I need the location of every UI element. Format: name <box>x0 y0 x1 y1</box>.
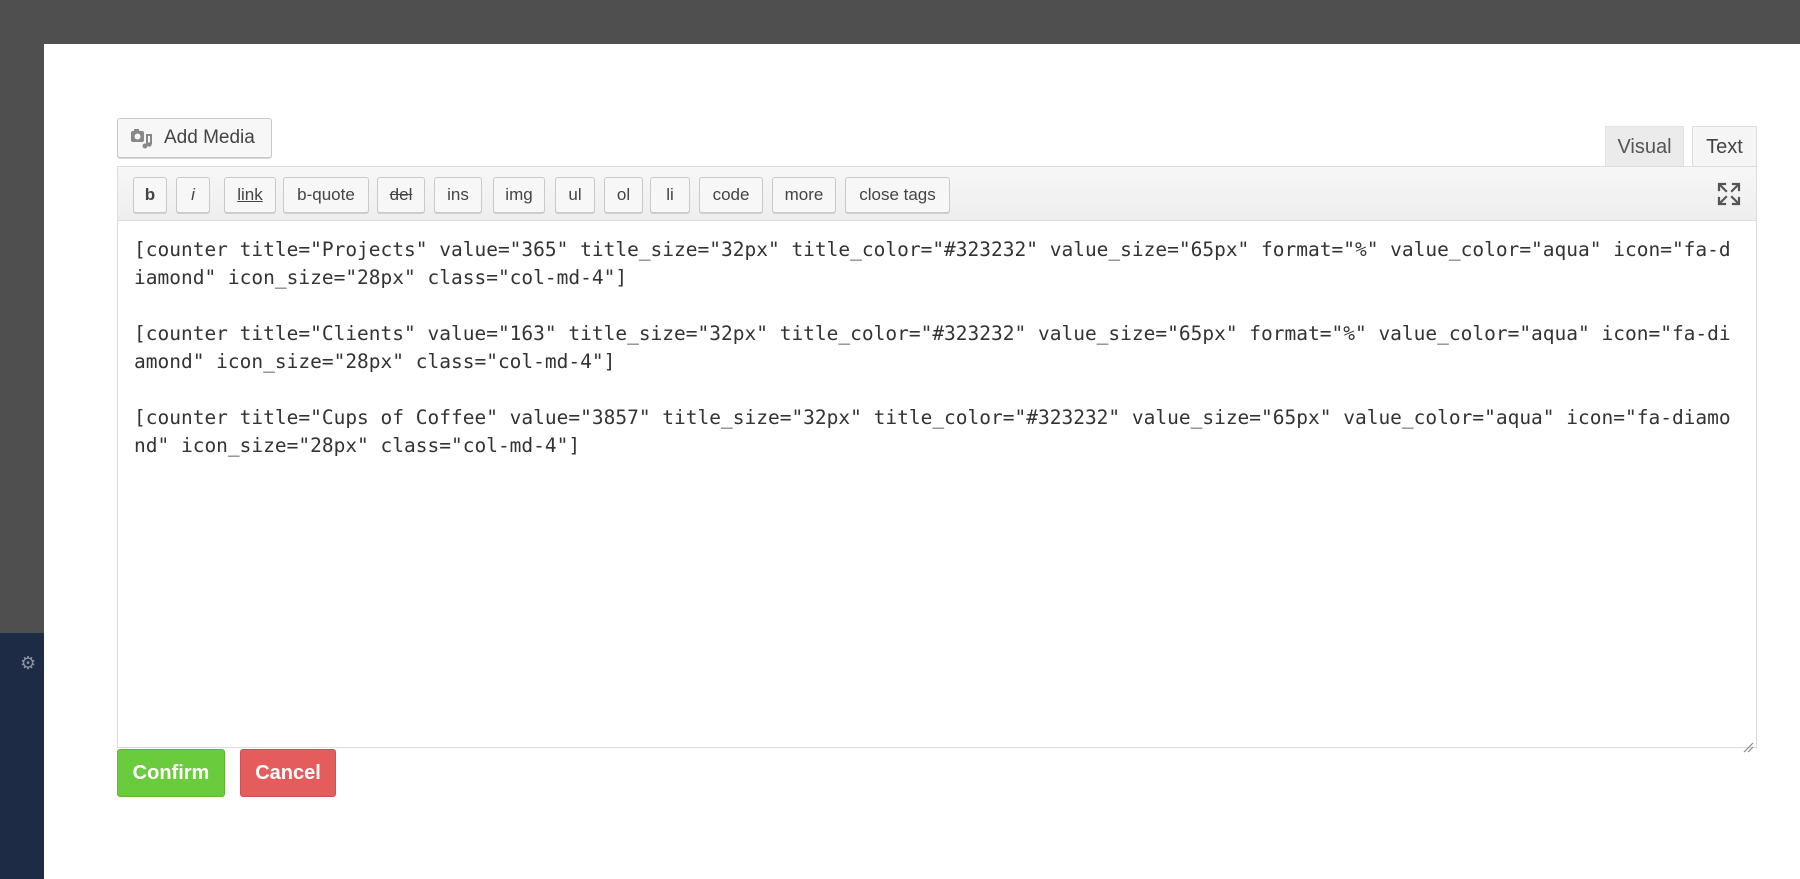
add-media-button[interactable]: Add Media <box>117 118 272 158</box>
link-button-label: link <box>237 185 263 204</box>
camera-music-icon <box>130 126 154 150</box>
bold-button[interactable]: b <box>133 177 167 213</box>
more-button[interactable]: more <box>772 177 836 213</box>
italic-button[interactable]: i <box>176 177 210 213</box>
li-button-label: li <box>666 185 674 204</box>
ul-button[interactable]: ul <box>555 177 595 213</box>
shortcode-editor-modal: Add Media Visual Text b i link b-quote d… <box>44 44 1800 879</box>
close-tags-button-label: close tags <box>859 185 936 204</box>
link-button[interactable]: link <box>224 177 276 213</box>
del-button[interactable]: del <box>377 177 425 213</box>
bold-button-label: b <box>144 185 156 204</box>
code-line: [counter title="Cups of Coffee" value="3… <box>134 406 1731 457</box>
tab-text-label: Text <box>1706 135 1743 158</box>
code-line: [counter title="Projects" value="365" ti… <box>134 238 1731 289</box>
li-button[interactable]: li <box>650 177 690 213</box>
tab-text[interactable]: Text <box>1692 126 1757 167</box>
confirm-button-label: Confirm <box>132 761 210 784</box>
blockquote-button-label: b-quote <box>297 185 355 204</box>
cancel-button[interactable]: Cancel <box>240 749 336 797</box>
resize-handle-icon[interactable] <box>1742 733 1754 753</box>
tab-visual[interactable]: Visual <box>1605 126 1684 167</box>
gear-icon: ⚙ <box>20 653 37 674</box>
fullscreen-icon[interactable] <box>1716 181 1742 207</box>
ol-button[interactable]: ol <box>604 177 643 213</box>
tab-visual-label: Visual <box>1617 135 1672 158</box>
more-button-label: more <box>784 185 824 204</box>
cancel-button-label: Cancel <box>255 761 321 784</box>
code-line: [counter title="Clients" value="163" tit… <box>134 322 1731 373</box>
add-media-label: Add Media <box>164 127 255 148</box>
img-button-label: img <box>505 185 533 204</box>
confirm-button[interactable]: Confirm <box>117 749 225 797</box>
blockquote-button[interactable]: b-quote <box>283 177 369 213</box>
ol-button-label: ol <box>616 185 631 204</box>
italic-button-label: i <box>191 185 195 204</box>
ul-button-label: ul <box>568 185 582 204</box>
del-button-label: del <box>389 185 413 204</box>
close-tags-button[interactable]: close tags <box>845 177 950 213</box>
editor-container: b i link b-quote del ins img ul ol li co… <box>117 166 1757 753</box>
ins-button-label: ins <box>447 185 469 204</box>
shortcode-textarea[interactable]: [counter title="Projects" value="365" ti… <box>118 221 1756 753</box>
ins-button[interactable]: ins <box>434 177 482 213</box>
code-button-label: code <box>712 185 750 204</box>
code-button[interactable]: code <box>699 177 763 213</box>
quicktags-toolbar: b i link b-quote del ins img ul ol li co… <box>118 167 1756 221</box>
img-button[interactable]: img <box>493 177 545 213</box>
